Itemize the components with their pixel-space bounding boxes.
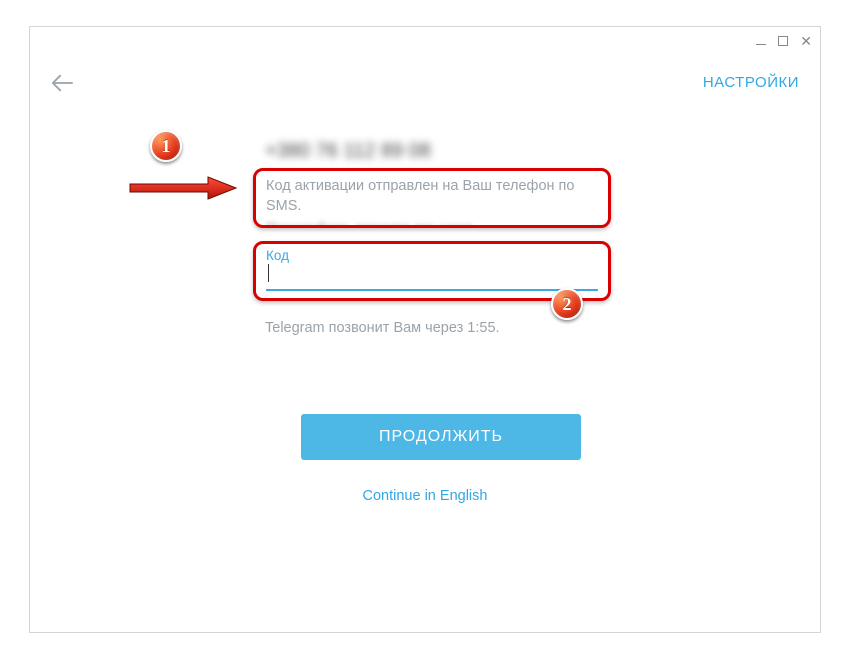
call-countdown-text: Telegram позвонит Вам через 1:55. <box>265 320 500 336</box>
settings-link[interactable]: НАСТРОЙКИ <box>703 74 799 91</box>
text-caret <box>268 264 269 282</box>
phone-number-display: +380 76 112 89 08 <box>265 140 821 163</box>
maximize-icon[interactable] <box>778 36 788 46</box>
sms-message-text-clipped: Пожалуйста, введите его ниже. <box>266 220 598 228</box>
annotation-badge-2: 2 <box>551 288 583 320</box>
annotation-badge-1: 1 <box>150 130 182 162</box>
main-content: +380 76 112 89 08 Код активации отправле… <box>29 130 821 163</box>
annotation-arrow-icon <box>128 176 238 200</box>
arrow-left-icon <box>51 74 73 92</box>
code-input[interactable] <box>266 265 598 291</box>
header-bar: НАСТРОЙКИ <box>29 62 821 106</box>
code-input-label: Код <box>266 248 598 263</box>
continue-button-label: ПРОДОЛЖИТЬ <box>379 428 503 446</box>
minimize-icon[interactable] <box>756 44 766 45</box>
continue-button[interactable]: ПРОДОЛЖИТЬ <box>301 414 581 460</box>
sms-message-text: Код активации отправлен на Ваш телефон п… <box>266 177 598 216</box>
back-button[interactable] <box>51 74 73 97</box>
continue-english-link[interactable]: Continue in English <box>29 488 821 504</box>
window-controls: ✕ <box>756 36 812 46</box>
close-icon[interactable]: ✕ <box>800 36 812 46</box>
sms-message-box: Код активации отправлен на Ваш телефон п… <box>253 168 611 228</box>
